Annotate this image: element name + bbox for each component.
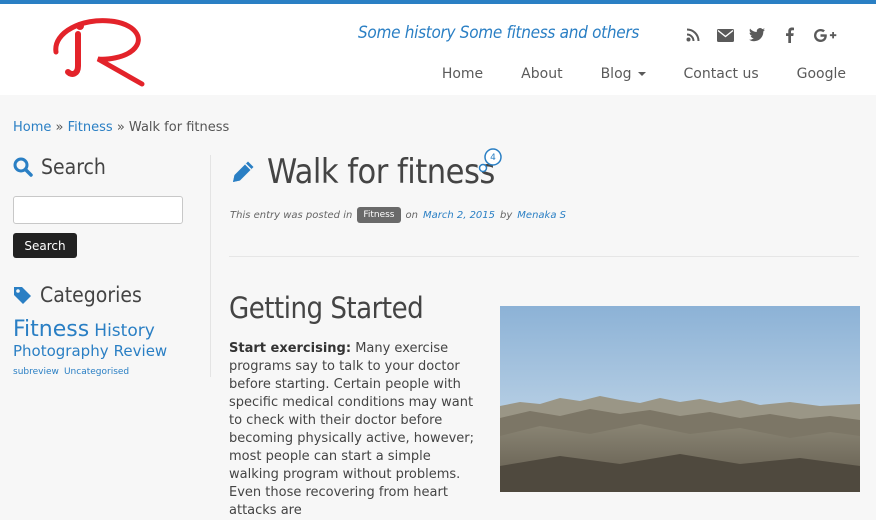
main-nav: Home About Blog Contact us Google — [423, 66, 846, 82]
breadcrumb-current: Walk for fitness — [128, 120, 230, 135]
post-meta: This entry was posted in Fitness on Marc… — [230, 207, 566, 223]
breadcrumb-separator: » — [55, 120, 64, 135]
site-tagline: Some history Some fitness and others — [358, 23, 639, 43]
search-widget-title: Search — [13, 155, 203, 179]
post-author-link[interactable]: Menaka S — [517, 210, 566, 221]
social-links — [684, 26, 838, 44]
breadcrumb-category-link[interactable]: Fitness — [68, 120, 113, 135]
search-button[interactable]: Search — [13, 233, 77, 258]
meta-by: by — [500, 209, 513, 221]
google-plus-icon[interactable] — [812, 26, 838, 44]
nav-item-blog-label: Blog — [600, 66, 632, 82]
tag-icon — [14, 286, 31, 304]
envelope-icon[interactable] — [716, 26, 734, 44]
breadcrumb: Home » Fitness » Walk for fitness — [13, 120, 229, 135]
post-body-paragraph: Start exercising: Many exercise programs… — [229, 340, 477, 520]
breadcrumb-home-link[interactable]: Home — [13, 120, 51, 135]
caret-down-icon — [637, 72, 646, 76]
nav-item-google[interactable]: Google — [778, 66, 846, 82]
tag-uncategorised[interactable]: Uncategorised — [64, 367, 129, 377]
post-body-text: Many exercise programs say to talk to yo… — [229, 341, 475, 518]
tag-subreview[interactable]: subreview — [13, 367, 59, 377]
meta-prefix: This entry was posted in — [230, 209, 353, 221]
categories-widget-title: Categories — [13, 283, 142, 307]
categories-widget-label: Categories — [40, 283, 142, 307]
tag-photography[interactable]: Photography — [13, 342, 109, 360]
post-divider — [229, 256, 859, 257]
sidebar: Search Search Categories Fitness History… — [13, 155, 203, 377]
post-title-text: Walk for fitness — [267, 152, 495, 192]
search-icon — [13, 157, 33, 177]
facebook-icon[interactable] — [780, 26, 798, 44]
lead-label: Start exercising: — [229, 341, 352, 356]
site-header: Some history Some fitness and others Hom… — [0, 4, 876, 95]
nav-item-contact[interactable]: Contact us — [665, 66, 778, 82]
tag-history[interactable]: History — [94, 321, 154, 341]
tag-review[interactable]: Review — [114, 342, 168, 360]
breadcrumb-separator: » — [116, 120, 125, 135]
meta-on: on — [405, 209, 418, 221]
search-input[interactable] — [13, 196, 183, 224]
post-landscape-photo — [500, 306, 860, 492]
search-widget-label: Search — [41, 155, 106, 179]
nav-item-about[interactable]: About — [502, 66, 581, 82]
nav-item-home[interactable]: Home — [423, 66, 502, 82]
category-tag-cloud: Fitness History Photography Review subre… — [13, 317, 203, 378]
post-date-link[interactable]: March 2, 2015 — [423, 210, 495, 221]
twitter-icon[interactable] — [748, 26, 766, 44]
comment-count: 4 — [490, 153, 496, 163]
pencil-icon — [233, 161, 254, 182]
tag-fitness[interactable]: Fitness — [13, 317, 89, 342]
post-title: Walk for fitness — [229, 152, 495, 192]
rss-icon[interactable] — [684, 26, 702, 44]
sidebar-divider — [210, 155, 211, 377]
site-logo[interactable] — [48, 12, 152, 88]
section-heading: Getting Started — [229, 291, 424, 325]
nav-item-blog[interactable]: Blog — [582, 66, 665, 82]
comment-count-bubble[interactable]: 4 — [478, 148, 504, 176]
post-category-badge[interactable]: Fitness — [357, 207, 401, 223]
